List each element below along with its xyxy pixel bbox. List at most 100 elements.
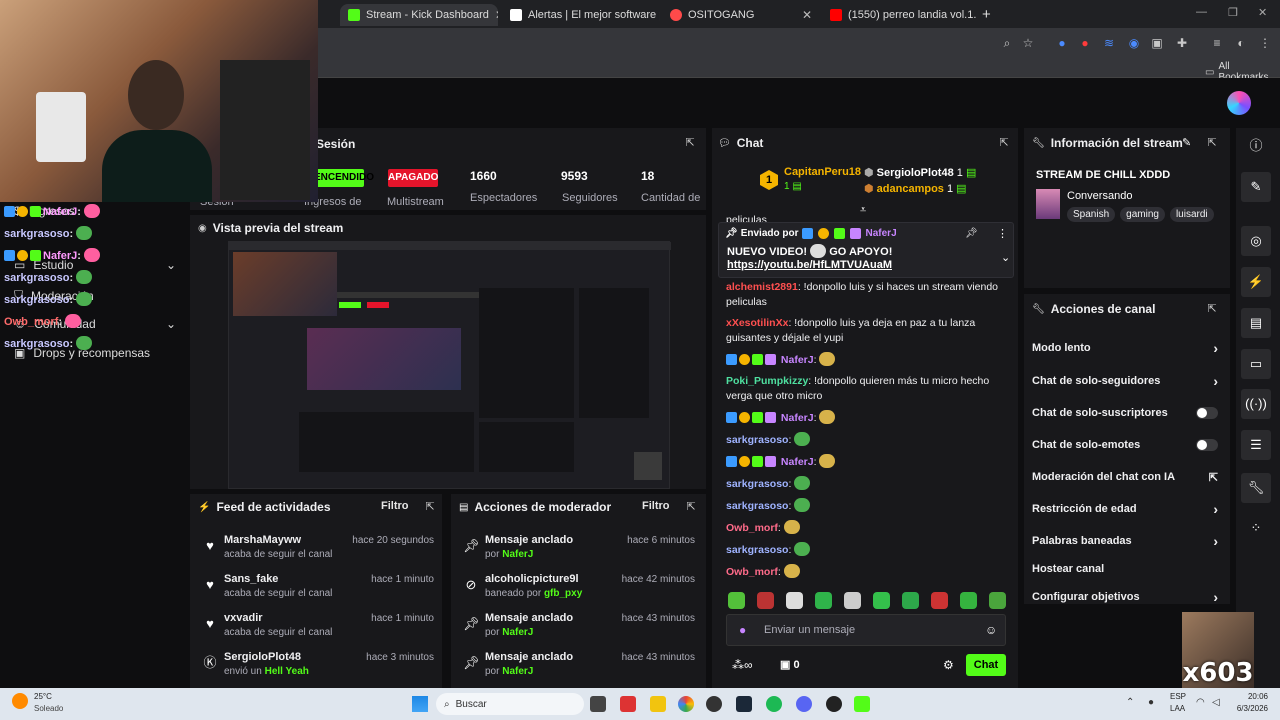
notes-icon[interactable]: ▤ xyxy=(1241,308,1271,338)
status-on-badge[interactable]: ENCENDIDO xyxy=(314,169,374,187)
mod-filter-button[interactable]: Filtro xyxy=(642,500,670,512)
broadcast-icon[interactable]: ((·)) xyxy=(1241,389,1271,419)
extension-icon[interactable]: ● xyxy=(1055,36,1069,50)
mic-icon[interactable]: ● xyxy=(739,623,746,637)
feed-user[interactable]: SergioloPlot48 xyxy=(224,651,301,663)
mic-icon[interactable]: ● xyxy=(1148,697,1154,708)
action-restriccion-edad[interactable]: Restricción de edad › xyxy=(1032,498,1218,520)
puzzle-icon[interactable]: ✚ xyxy=(1175,36,1189,50)
extension-icon[interactable]: ▣ xyxy=(1150,36,1164,50)
chat-input-box[interactable]: ● Enviar un mensaje ☺ xyxy=(726,614,1006,646)
status-off-badge[interactable]: APAGADO xyxy=(388,169,438,187)
close-icon[interactable]: ✕ xyxy=(802,8,812,22)
wrench-icon[interactable]: 🔧︎ xyxy=(1241,473,1271,503)
toggle-switch[interactable] xyxy=(1196,439,1218,451)
chat-user[interactable]: alchemist2891 xyxy=(726,281,798,293)
mod-sub-highlight[interactable]: NaferJ xyxy=(502,666,533,677)
action-solo-seguidores[interactable]: Chat de solo-seguidores › xyxy=(1032,370,1218,392)
clock-time[interactable]: 20:06 xyxy=(1236,692,1268,701)
action-moderacion-ia[interactable]: Moderación del chat con IA ⇱ xyxy=(1032,466,1218,488)
send-chat-button[interactable]: Chat xyxy=(966,654,1006,676)
chat-user[interactable]: sarkgrasoso xyxy=(726,544,788,556)
extension-icon[interactable]: ≋ xyxy=(1102,36,1116,50)
emote-icon[interactable] xyxy=(728,592,745,609)
chat-user[interactable]: xXesotilinXx xyxy=(726,317,788,329)
chevron-up-icon[interactable]: ⌃ xyxy=(1126,697,1134,708)
new-tab-button[interactable]: + xyxy=(982,6,991,23)
windows-start-icon[interactable] xyxy=(412,696,428,712)
emoji-icon[interactable]: ☺ xyxy=(985,623,997,637)
settings-icon[interactable]: ⚙ xyxy=(943,658,954,672)
expand-icon[interactable]: ⇱ xyxy=(424,501,436,513)
chat-user[interactable]: sarkgrasoso xyxy=(726,434,788,446)
emote-icon[interactable] xyxy=(844,592,861,609)
pinned-user[interactable]: NaferJ xyxy=(866,228,897,239)
chat-bubble-icon[interactable]: ▭ xyxy=(1241,349,1271,379)
top-gifter-3[interactable]: ⬢ adancampos 1 ▤ xyxy=(864,182,967,195)
pinned-link[interactable]: https://youtu.be/HfLMTVUAuaM xyxy=(727,259,892,271)
close-window-button[interactable]: ✕ xyxy=(1258,6,1267,19)
chat-user[interactable]: NaferJ xyxy=(781,456,814,468)
emote-icon[interactable] xyxy=(989,592,1006,609)
chat-input-placeholder[interactable]: Enviar un mensaje xyxy=(764,624,855,636)
chat-user[interactable]: sarkgrasoso xyxy=(726,500,788,512)
wifi-icon[interactable]: ◠ xyxy=(1196,697,1205,708)
bolt-icon[interactable]: ⚡ xyxy=(1241,267,1271,297)
stats-icon[interactable]: ⁂∞ xyxy=(732,658,753,672)
menu-icon[interactable]: ⋮ xyxy=(1258,36,1272,50)
more-options-icon[interactable]: ⋮ xyxy=(997,227,1008,240)
chat-user[interactable]: Owb_morf xyxy=(726,522,778,534)
obs-icon[interactable] xyxy=(706,696,722,712)
volume-icon[interactable]: ◁ xyxy=(1212,697,1220,708)
discord-icon[interactable] xyxy=(796,696,812,712)
profile-icon[interactable]: ◐ xyxy=(1234,36,1248,50)
close-icon[interactable]: ✕ xyxy=(495,8,498,22)
mod-sub-highlight[interactable]: gfb_pxy xyxy=(544,588,582,599)
maximize-button[interactable]: ❐ xyxy=(1228,6,1238,19)
top-gifter-1[interactable]: CapitanPeru18 xyxy=(784,166,861,178)
tab-ositogang[interactable]: OSITOGANG ✕ xyxy=(662,4,820,26)
collapse-gifters-icon[interactable]: ⩡ xyxy=(860,204,866,217)
lang-indicator[interactable]: ESP xyxy=(1170,692,1186,701)
emote-icon[interactable] xyxy=(786,592,803,609)
feed-user[interactable]: MarshaMayww xyxy=(224,534,301,546)
app-icon[interactable] xyxy=(620,696,636,712)
spotify-icon[interactable] xyxy=(766,696,782,712)
minimize-button[interactable]: — xyxy=(1196,6,1207,18)
feed-filter-button[interactable]: Filtro xyxy=(381,500,409,512)
extension-icon[interactable]: ● xyxy=(1078,36,1092,50)
tag[interactable]: gaming xyxy=(1120,207,1165,222)
expand-icon[interactable]: ⇱ xyxy=(998,137,1010,149)
chat-user[interactable]: NaferJ xyxy=(781,412,814,424)
tab-youtube[interactable]: (1550) perreo landia vol.1. ✕ xyxy=(822,4,976,26)
camera-icon[interactable]: ◎ xyxy=(1241,226,1271,256)
kick-icon[interactable] xyxy=(854,696,870,712)
edit-icon[interactable]: ✎ xyxy=(1241,172,1271,202)
zoom-icon[interactable]: ⌕ xyxy=(1000,36,1014,50)
action-hostear-canal[interactable]: Hostear canal xyxy=(1032,558,1218,580)
tag[interactable]: luisardi xyxy=(1169,207,1214,222)
user-avatar[interactable] xyxy=(1227,91,1251,115)
toggle-switch[interactable] xyxy=(1196,407,1218,419)
more-icon[interactable]: ⁘ xyxy=(1241,513,1271,543)
tag[interactable]: Spanish xyxy=(1067,207,1116,222)
file-explorer-icon[interactable] xyxy=(650,696,666,712)
taskbar-search[interactable]: ⌕ Buscar xyxy=(436,693,584,715)
chat-user[interactable]: sarkgrasoso xyxy=(726,478,788,490)
task-view-icon[interactable] xyxy=(590,696,606,712)
mod-sub-highlight[interactable]: NaferJ xyxy=(502,549,533,560)
star-icon[interactable]: ☆ xyxy=(1021,36,1035,50)
feed-user[interactable]: Sans_fake xyxy=(224,573,278,585)
chat-user[interactable]: NaferJ xyxy=(781,354,814,366)
emote-icon[interactable] xyxy=(931,592,948,609)
chat-user[interactable]: Owb_morf xyxy=(726,566,778,578)
action-palabras-baneadas[interactable]: Palabras baneadas › xyxy=(1032,530,1218,552)
emote-icon[interactable] xyxy=(873,592,890,609)
action-configurar-objetivos[interactable]: Configurar objetivos › xyxy=(1032,586,1218,608)
expand-icon[interactable]: ⇱ xyxy=(1206,137,1218,149)
steam-icon[interactable] xyxy=(736,696,752,712)
extension-icon[interactable]: ◉ xyxy=(1127,36,1141,50)
top-gifter-2[interactable]: ⬢ SergioloPlot48 1 ▤ xyxy=(864,166,976,179)
emote-icon[interactable] xyxy=(815,592,832,609)
stream-preview-video[interactable] xyxy=(228,241,671,489)
